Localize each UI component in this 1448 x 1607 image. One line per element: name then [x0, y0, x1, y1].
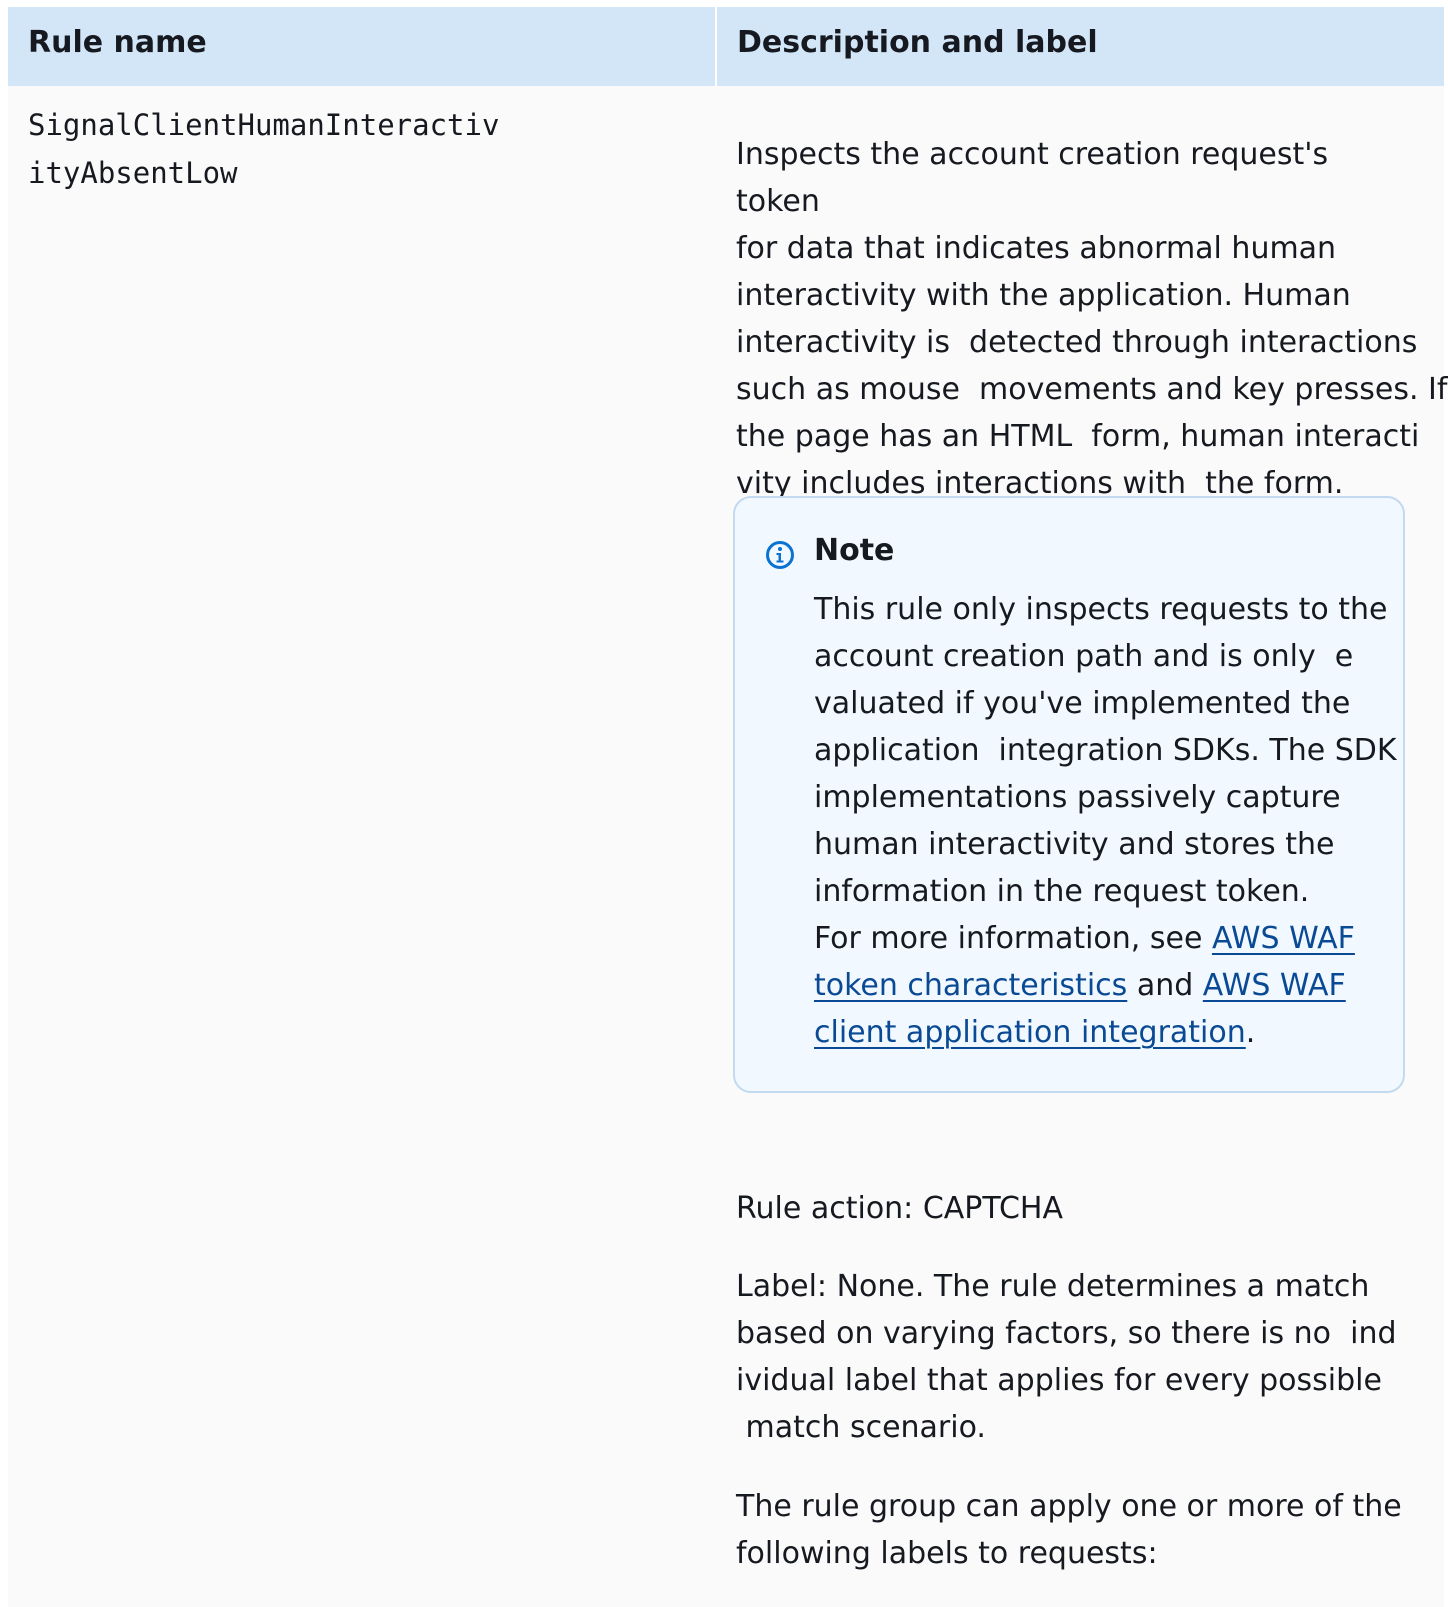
- note-line: information in the request token.: [814, 874, 1310, 909]
- label-description: Label: None. The rule determines a match…: [736, 1263, 1416, 1451]
- note-title: Note: [814, 533, 895, 568]
- label-line: based on varying factors, so there is no…: [736, 1316, 1397, 1351]
- link-aws-waf-token-characteristics[interactable]: token characteristics: [814, 968, 1127, 1003]
- description-line: the page has an HTML form, human interac…: [736, 419, 1420, 454]
- description-line: Inspects the account creation request's …: [736, 137, 1329, 219]
- header-description-and-label: Description and label: [737, 25, 1098, 60]
- note-line: token characteristics and AWS WAF: [814, 962, 1389, 1009]
- note-line: valuated if you've implemented the: [814, 686, 1351, 721]
- note-line: account creation path and is only e: [814, 639, 1354, 674]
- note-line: implementations passively capture: [814, 780, 1341, 815]
- rule-name-cell: SignalClientHumanInteractiv ityAbsentLow: [28, 101, 588, 197]
- note-line: For more information, see AWS WAF: [814, 915, 1389, 962]
- note-body: This rule only inspects requests to the …: [814, 586, 1397, 1056]
- description-line: interactivity is detected through intera…: [736, 325, 1418, 360]
- more-info-prefix: For more information, see: [814, 921, 1212, 956]
- link-aws-waf-token-characteristics[interactable]: AWS WAF: [1212, 921, 1355, 956]
- link-aws-waf-client-application-integration[interactable]: AWS WAF: [1203, 968, 1346, 1003]
- note-line: application integration SDKs. The SDK: [814, 733, 1397, 768]
- note-line: human interactivity and stores the: [814, 827, 1335, 862]
- note-line: client application integration.: [814, 1009, 1389, 1056]
- group-line: The rule group can apply one or more of …: [736, 1489, 1402, 1524]
- description-line: such as mouse movements and key presses.…: [736, 372, 1448, 407]
- description-line: for data that indicates abnormal human: [736, 231, 1337, 266]
- rule-name-line: SignalClientHumanInteractiv: [28, 108, 500, 142]
- group-line: following labels to requests:: [736, 1536, 1158, 1571]
- note-callout: Note This rule only inspects requests to…: [733, 496, 1405, 1093]
- link-aws-waf-client-application-integration[interactable]: client application integration: [814, 1015, 1246, 1050]
- label-line: ividual label that applies for every pos…: [736, 1363, 1382, 1398]
- and-text: and: [1127, 968, 1203, 1003]
- rule-group-labels-intro: The rule group can apply one or more of …: [736, 1483, 1416, 1577]
- header-rule-name: Rule name: [28, 25, 207, 60]
- period: .: [1245, 1015, 1256, 1050]
- table-header-row: Rule name Description and label: [8, 7, 1444, 86]
- rule-action: Rule action: CAPTCHA: [736, 1191, 1063, 1226]
- description-line: interactivity with the application. Huma…: [736, 278, 1351, 313]
- rule-name-line: ityAbsentLow: [28, 156, 238, 190]
- info-icon: [766, 541, 794, 569]
- rule-description: Inspects the account creation request's …: [736, 131, 1448, 507]
- note-line: This rule only inspects requests to the: [814, 592, 1388, 627]
- label-line: Label: None. The rule determines a match: [736, 1269, 1370, 1304]
- label-line: match scenario.: [736, 1410, 986, 1445]
